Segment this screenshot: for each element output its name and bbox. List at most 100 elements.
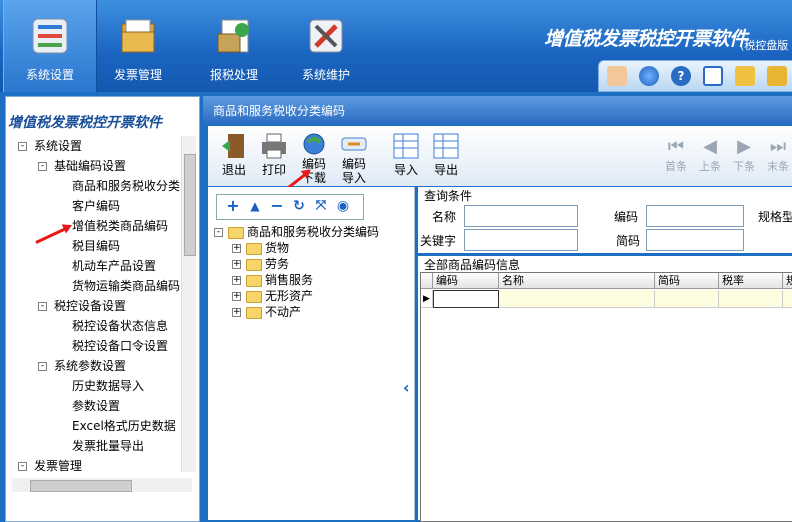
tree-horizontal-scrollbar[interactable] — [12, 478, 192, 492]
expand-icon[interactable]: + — [232, 244, 241, 253]
short-code-input[interactable] — [646, 229, 744, 251]
first-icon: ⏮ — [667, 136, 685, 157]
table-cell[interactable] — [783, 290, 792, 308]
collapse-icon[interactable]: - — [18, 462, 27, 471]
next-icon: ▶ — [737, 136, 751, 157]
goods-code-table[interactable]: 编码 名称 简码 税率 规 ▶ — [420, 272, 792, 522]
tree-node-tax-classification[interactable]: 商品和服务税收分类 — [72, 176, 180, 196]
tab-label: 系统维护 — [301, 68, 350, 82]
user-icon[interactable] — [607, 66, 627, 86]
export-button[interactable]: 导出 — [428, 130, 464, 184]
code-label: 编码 — [614, 210, 639, 224]
name-input[interactable] — [464, 205, 578, 227]
table-cell[interactable] — [655, 290, 719, 308]
exit-button[interactable]: 退出 — [216, 130, 252, 184]
tab-label: 报税处理 — [209, 68, 258, 82]
tree-node-device-status[interactable]: 税控设备状态信息 — [72, 316, 168, 336]
add-icon[interactable]: + — [223, 196, 243, 216]
refresh-icon[interactable]: ↻ — [289, 196, 309, 216]
tree-node-tax-device-settings[interactable]: - 税控设备设置 — [38, 296, 126, 316]
table-cell[interactable] — [719, 290, 783, 308]
folder-icon — [246, 242, 262, 255]
first-record-button[interactable]: ⏮ 首条 — [658, 136, 694, 180]
invoice-folder-icon — [121, 19, 155, 53]
scrollbar-thumb[interactable] — [184, 154, 196, 256]
left-panel-title: 增值税发票税控开票软件 — [8, 115, 162, 131]
column-header-tax-rate[interactable]: 税率 — [719, 273, 783, 289]
code-input[interactable] — [646, 205, 744, 227]
folder-icon — [246, 290, 262, 303]
main-title-bar: 商品和服务税收分类编码 — [203, 96, 792, 124]
tab-invoice-management[interactable]: 发票管理 — [92, 0, 184, 92]
tree-node-basic-code-settings[interactable]: - 基础编码设置 — [38, 156, 126, 176]
collapse-icon[interactable]: - — [38, 362, 47, 371]
prev-icon: ◀ — [703, 136, 717, 157]
expand-icon[interactable]: + — [232, 308, 241, 317]
tree-node-invoice-management[interactable]: - 发票管理 — [18, 456, 82, 476]
tab-system-settings[interactable]: 系统设置 — [3, 0, 97, 92]
navigation-tree: - 系统设置 - 基础编码设置 商品和服务税收分类 客户编码 增值税类商品编码 税目… — [10, 136, 196, 496]
expand-icon[interactable]: + — [232, 260, 241, 269]
exit-door-icon — [222, 134, 244, 158]
spec-label: 规格型 — [758, 210, 792, 224]
query-title: 查询条件 — [424, 189, 473, 203]
print-button[interactable]: 打印 — [256, 130, 292, 184]
code-import-button[interactable]: 编码 导入 — [336, 130, 372, 185]
tree-node-vat-goods-code[interactable]: 增值税类商品编码 — [72, 216, 168, 236]
main-title: 商品和服务税收分类编码 — [213, 104, 346, 118]
collapse-icon[interactable]: - — [18, 142, 27, 151]
window-icon[interactable] — [703, 66, 723, 86]
tree-node-vehicle-settings[interactable]: 机动车产品设置 — [72, 256, 156, 276]
key-icon[interactable] — [735, 66, 755, 86]
tree-vertical-scrollbar[interactable] — [181, 136, 196, 472]
prev-record-button[interactable]: ◀ 上条 — [692, 136, 728, 180]
tab-label: 发票管理 — [113, 68, 162, 82]
column-header-code[interactable]: 编码 — [433, 273, 499, 289]
tab-tax-report[interactable]: 报税处理 — [188, 0, 280, 92]
tree-node-excel-history[interactable]: Excel格式历史数据 — [72, 416, 176, 436]
lock-icon[interactable] — [767, 66, 787, 86]
printer-icon — [262, 133, 286, 159]
collapse-icon[interactable]: - — [214, 228, 223, 237]
grid-title: 全部商品编码信息 — [424, 258, 521, 272]
settings-icon[interactable]: ◉ — [333, 196, 353, 216]
folder-icon — [246, 274, 262, 287]
tree-node-customer-code[interactable]: 客户编码 — [72, 196, 120, 216]
expand-icon[interactable]: + — [232, 292, 241, 301]
help-icon[interactable]: ? — [671, 66, 691, 86]
tree-node-device-password[interactable]: 税控设备口令设置 — [72, 336, 168, 356]
keyword-label: 关键字 — [420, 234, 457, 248]
column-header-name[interactable]: 名称 — [499, 273, 655, 289]
tab-system-maintenance[interactable]: 系统维护 — [280, 0, 372, 92]
column-header-short-code[interactable]: 简码 — [655, 273, 719, 289]
last-record-button[interactable]: ⏭ 末条 — [760, 136, 792, 180]
name-label: 名称 — [432, 210, 457, 224]
expand-icon[interactable]: + — [232, 276, 241, 285]
tree-node-system-params[interactable]: - 系统参数设置 — [38, 356, 126, 376]
collapse-icon[interactable]: - — [38, 162, 47, 171]
tax-report-icon — [217, 19, 249, 53]
row-header-corner — [421, 273, 433, 289]
keyword-input[interactable] — [464, 229, 578, 251]
globe-icon[interactable] — [639, 66, 659, 86]
next-record-button[interactable]: ▶ 下条 — [726, 136, 762, 180]
tree-node-param-settings[interactable]: 参数设置 — [72, 396, 120, 416]
tree-node-tax-item-code[interactable]: 税目编码 — [72, 236, 120, 256]
tree-node-system-settings[interactable]: - 系统设置 — [18, 136, 82, 156]
table-cell[interactable] — [433, 290, 499, 308]
collapse-icon[interactable]: - — [38, 302, 47, 311]
tree-node-freight-goods-code[interactable]: 货物运输类商品编码 — [72, 276, 180, 296]
scrollbar-thumb[interactable] — [30, 480, 132, 492]
quick-icon-bar: ? — [598, 60, 792, 92]
column-header-spec[interactable]: 规 — [783, 273, 792, 289]
tree-node-history-import[interactable]: 历史数据导入 — [72, 376, 144, 396]
move-up-icon[interactable]: ▲ — [245, 196, 265, 216]
collapse-panel-icon[interactable]: ‹ — [403, 378, 410, 397]
table-import-icon — [393, 133, 419, 159]
table-cell[interactable] — [499, 290, 655, 308]
import-button[interactable]: 导入 — [388, 130, 424, 184]
tree-node-batch-export[interactable]: 发票批量导出 — [72, 436, 144, 456]
expand-icon[interactable]: ⤧ — [311, 196, 331, 216]
remove-icon[interactable]: − — [267, 196, 287, 216]
category-real-estate[interactable]: + 不动产 — [232, 302, 301, 322]
